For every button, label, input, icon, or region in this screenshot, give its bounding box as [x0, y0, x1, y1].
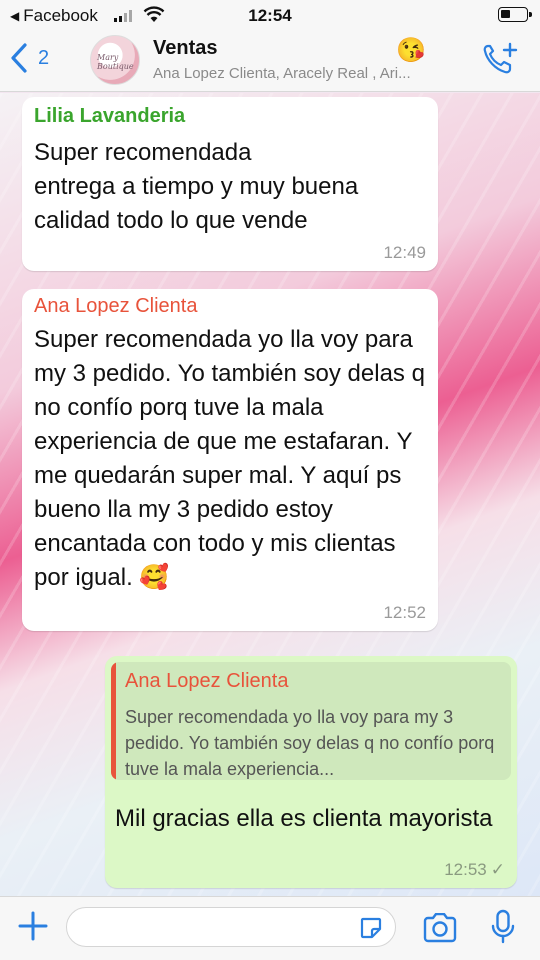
status-time: 12:54 [248, 6, 292, 25]
camera-icon[interactable] [422, 913, 458, 943]
sticker-icon[interactable] [359, 916, 383, 940]
avatar-logo-text: Mary Boutique [97, 53, 134, 71]
message-bubble-incoming[interactable]: Lilia Lavanderia Super recomendada entre… [22, 97, 438, 271]
input-bar [0, 896, 540, 960]
message-time: 12:53 [444, 860, 487, 879]
message-text: Mil gracias ella es clienta mayorista [115, 805, 493, 832]
message-time: 12:49 [383, 243, 426, 262]
message-sender[interactable]: Ana Lopez Clienta [34, 295, 197, 318]
message-text: Super recomendada yo lla voy para my 3 p… [34, 326, 425, 591]
group-participants[interactable]: Ana Lopez Clienta, Aracely Real , Ari... [153, 65, 468, 82]
header-emoji: 😘 [396, 37, 426, 64]
quoted-text: Super recomendada yo lla voy para my 3 p… [125, 707, 495, 779]
message-bubble-incoming[interactable]: Ana Lopez Clienta Super recomendada yo l… [22, 289, 438, 631]
message-text-line: Super recomendada entrega a tiempo y muy… [34, 139, 359, 234]
unread-count: 2 [38, 46, 50, 69]
quoted-sender: Ana Lopez Clienta [125, 670, 289, 692]
back-button[interactable]: 2 [10, 42, 49, 74]
message-input[interactable] [66, 907, 396, 947]
message-bubble-outgoing[interactable]: Ana Lopez Clienta Super recomendada yo l… [105, 656, 517, 888]
quote-accent-bar [111, 662, 116, 780]
message-sender[interactable]: Lilia Lavanderia [34, 105, 185, 128]
battery-icon [498, 7, 532, 22]
message-text: Super recomendada entrega a tiempo y muy… [34, 136, 424, 238]
chat-header: 2 Mary Boutique Ventas 😘 Ana Lopez Clien… [0, 30, 540, 92]
plus-icon[interactable] [18, 911, 48, 941]
group-avatar[interactable]: Mary Boutique [90, 35, 140, 85]
message-time: 12:52 [383, 603, 426, 622]
status-bar: ◀ Facebook 12:54 [0, 0, 540, 30]
group-title[interactable]: Ventas [153, 37, 217, 60]
back-chevron-icon [11, 43, 27, 73]
sent-check-icon: ✓ [490, 860, 505, 879]
message-time-row: 12:53 ✓ [444, 860, 505, 880]
call-add-icon[interactable] [482, 42, 518, 76]
quoted-message[interactable]: Ana Lopez Clienta Super recomendada yo l… [111, 662, 511, 780]
chat-area[interactable]: Lilia Lavanderia Super recomendada entre… [0, 93, 540, 896]
mic-icon[interactable] [490, 909, 516, 945]
